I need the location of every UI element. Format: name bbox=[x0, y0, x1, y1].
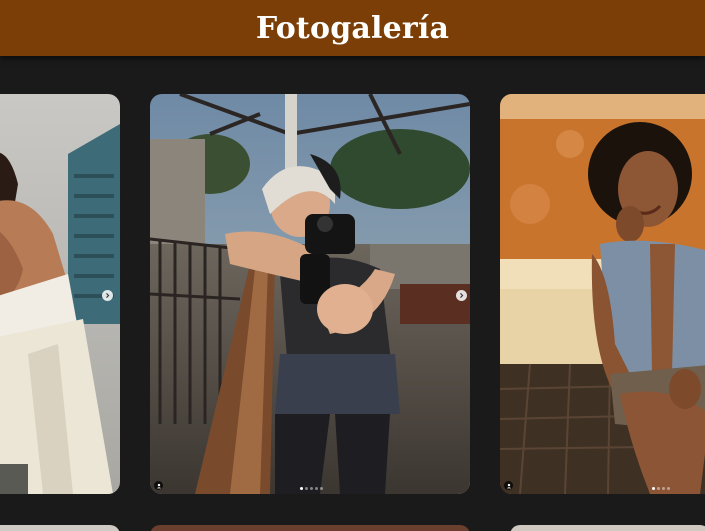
carousel-dot bbox=[300, 487, 303, 490]
gallery-post-row2-left[interactable] bbox=[0, 525, 120, 531]
carousel-dot bbox=[310, 487, 313, 490]
next-photo-button[interactable] bbox=[102, 290, 113, 301]
chevron-right-icon bbox=[106, 293, 110, 298]
page-title: Fotogalería bbox=[255, 10, 450, 46]
gallery-post-center[interactable] bbox=[150, 94, 470, 494]
next-photo-button[interactable] bbox=[456, 290, 467, 301]
carousel-dot bbox=[662, 487, 665, 490]
chevron-right-icon bbox=[460, 293, 464, 298]
user-tag-button[interactable] bbox=[504, 481, 513, 490]
user-tag-button[interactable] bbox=[154, 481, 163, 490]
gallery-post-left[interactable] bbox=[0, 94, 120, 494]
gallery-post-right[interactable] bbox=[500, 94, 705, 494]
photo-gallery[interactable] bbox=[0, 56, 705, 531]
carousel-dot bbox=[667, 487, 670, 490]
carousel-indicator bbox=[652, 487, 670, 490]
carousel-dot bbox=[305, 487, 308, 490]
page-header: Fotogalería bbox=[0, 0, 705, 56]
carousel-dot bbox=[315, 487, 318, 490]
carousel-dot bbox=[652, 487, 655, 490]
carousel-indicator bbox=[300, 487, 323, 490]
carousel-dot bbox=[657, 487, 660, 490]
person-icon bbox=[506, 483, 511, 488]
gallery-post-row2-right[interactable] bbox=[510, 525, 705, 531]
person-icon bbox=[156, 483, 161, 488]
post-photo-center bbox=[150, 94, 470, 494]
post-photo-right bbox=[500, 94, 705, 494]
gallery-post-row2-center[interactable] bbox=[150, 525, 470, 531]
carousel-dot bbox=[320, 487, 323, 490]
